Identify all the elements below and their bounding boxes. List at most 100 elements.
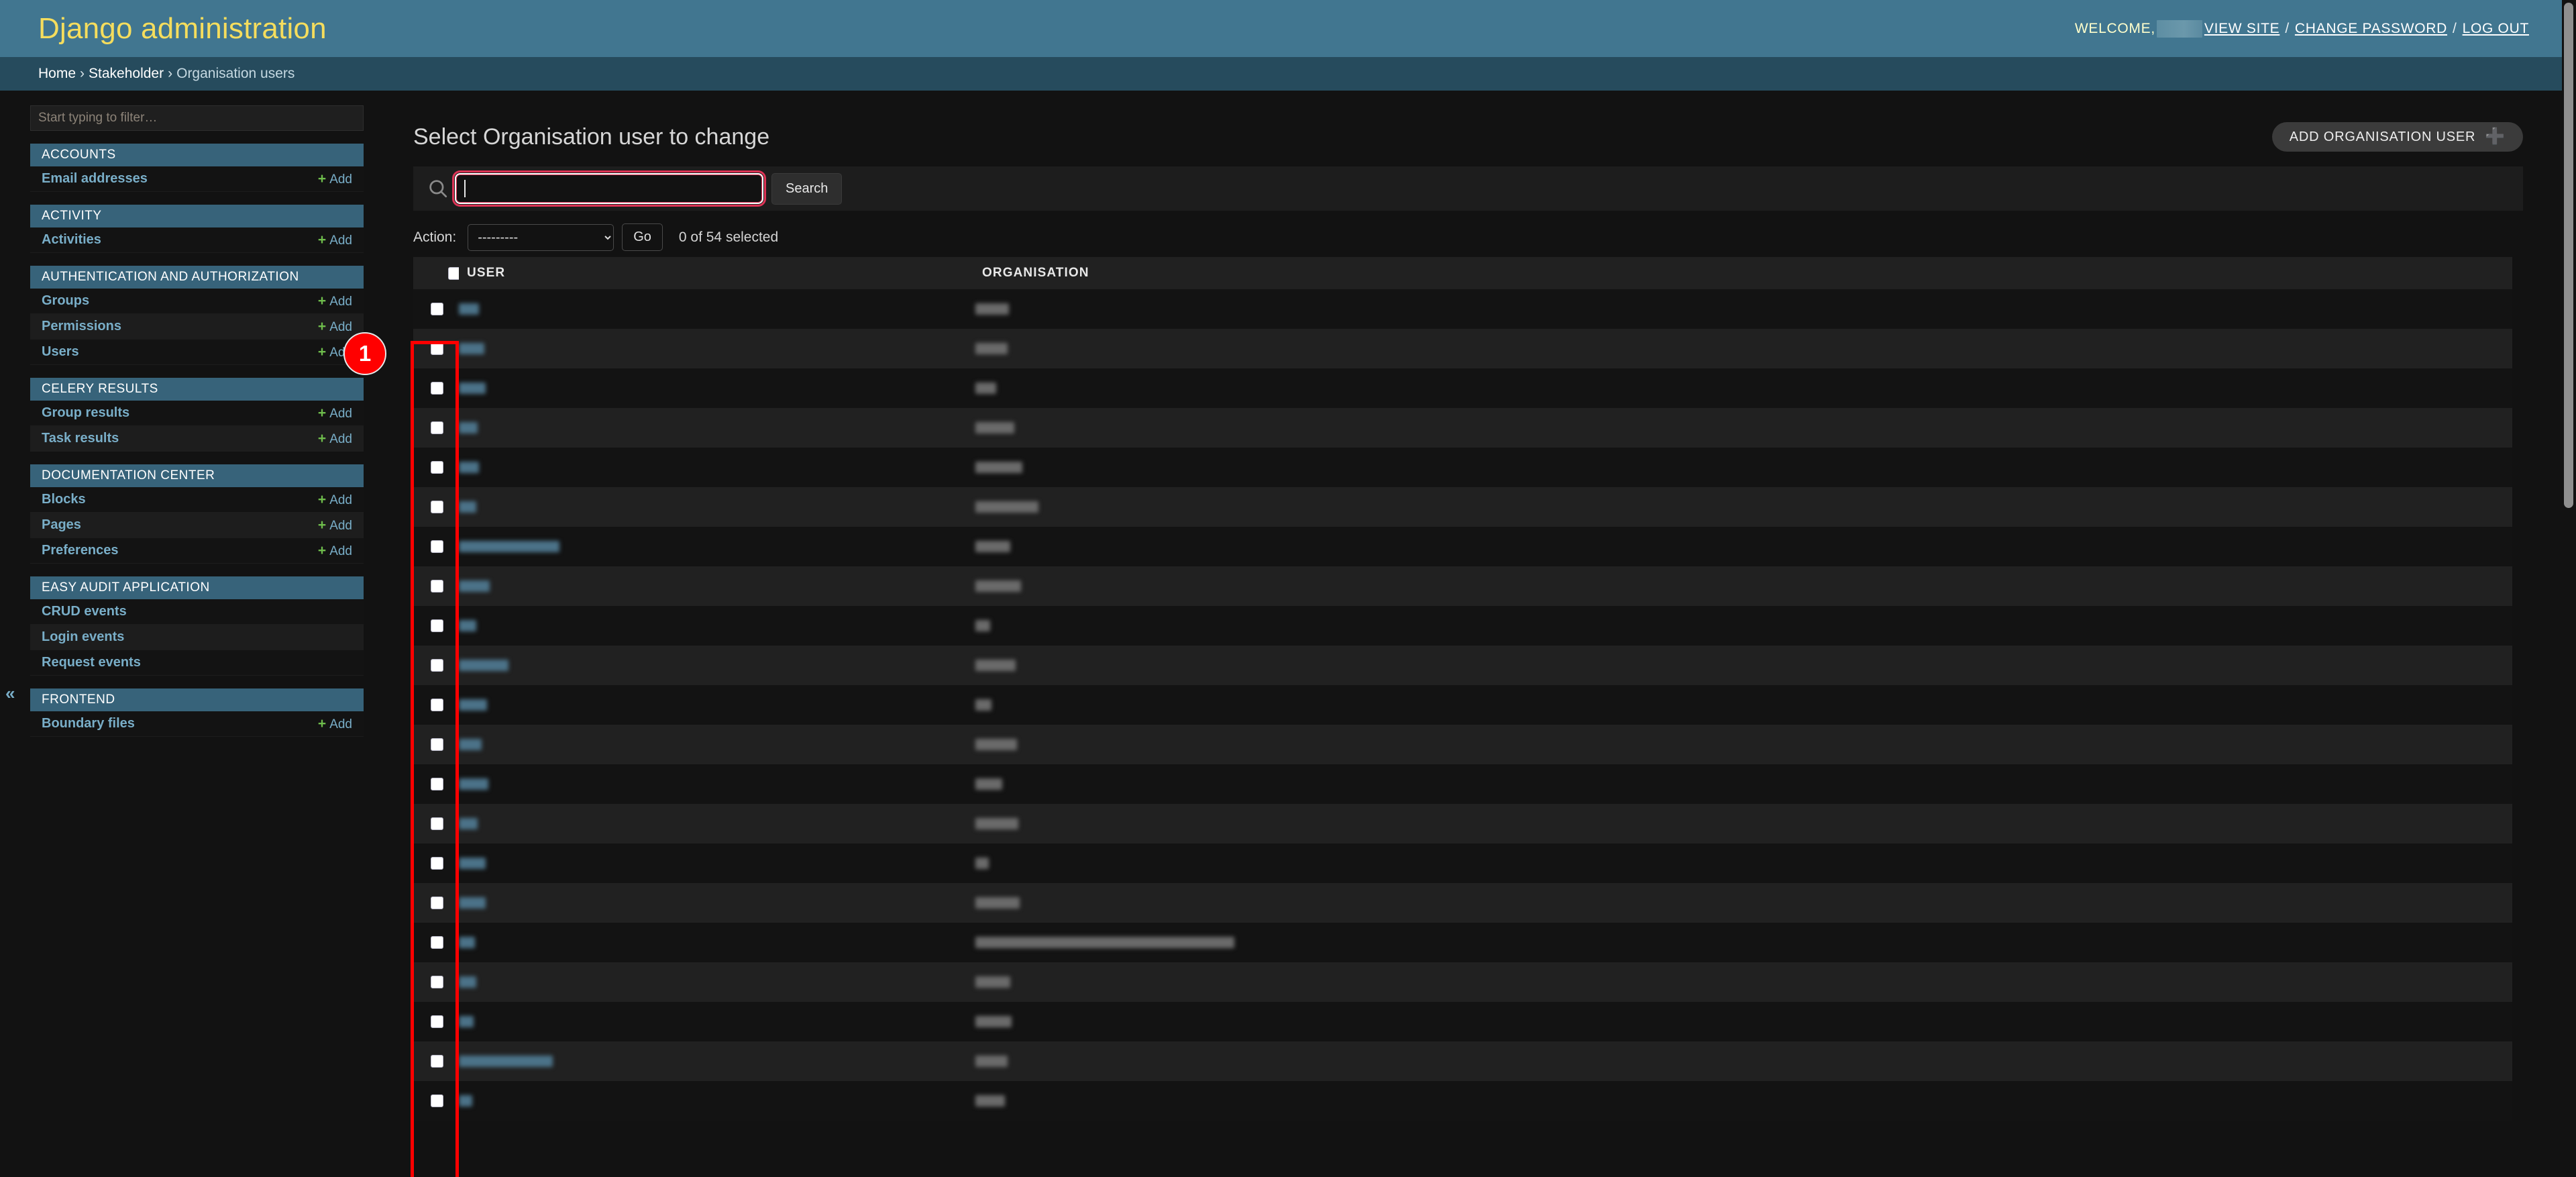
sidebar-item-label[interactable]: Permissions — [42, 319, 121, 334]
table-row[interactable] — [413, 606, 2512, 646]
sidebar-item-label[interactable]: Blocks — [42, 492, 86, 507]
row-select-checkbox[interactable] — [431, 501, 443, 513]
cell-user[interactable] — [459, 1041, 975, 1081]
table-row[interactable] — [413, 804, 2512, 843]
sidebar-item-groups[interactable]: Groups + Add — [30, 289, 364, 314]
table-row[interactable] — [413, 527, 2512, 566]
table-row[interactable] — [413, 566, 2512, 606]
table-row[interactable] — [413, 725, 2512, 764]
table-row[interactable] — [413, 646, 2512, 685]
table-row[interactable] — [413, 883, 2512, 923]
sidebar-item-boundary-files[interactable]: Boundary files + Add — [30, 711, 364, 737]
sidebar-item-label[interactable]: Group results — [42, 405, 129, 421]
cell-user[interactable] — [459, 962, 975, 1002]
sidebar-item-task-results[interactable]: Task results + Add — [30, 426, 364, 452]
cell-user[interactable] — [459, 725, 975, 764]
page-scrollbar-thumb[interactable] — [2564, 3, 2573, 508]
cell-user[interactable] — [459, 527, 975, 566]
table-row[interactable] — [413, 368, 2512, 408]
cell-user[interactable] — [459, 764, 975, 804]
cell-user[interactable] — [459, 923, 975, 962]
sidebar-app-caption[interactable]: DOCUMENTATION CENTER — [30, 464, 364, 487]
sidebar-item-label[interactable]: Boundary files — [42, 716, 135, 731]
sidebar-add-link[interactable]: + Add — [318, 716, 352, 732]
sidebar-item-label[interactable]: Groups — [42, 293, 89, 309]
cell-user[interactable] — [459, 606, 975, 646]
table-row[interactable] — [413, 1002, 2512, 1041]
sidebar-item-crud-events[interactable]: CRUD events — [30, 599, 364, 625]
sidebar-add-link[interactable]: + Add — [318, 293, 352, 309]
page-scrollbar[interactable] — [2562, 0, 2576, 1177]
row-select-checkbox[interactable] — [431, 976, 443, 988]
row-select-checkbox[interactable] — [431, 580, 443, 593]
row-select-checkbox[interactable] — [431, 897, 443, 909]
sidebar-item-label[interactable]: Request events — [42, 655, 141, 670]
sidebar-item-login-events[interactable]: Login events — [30, 625, 364, 650]
view-site-link[interactable]: VIEW SITE — [2204, 21, 2279, 37]
sidebar-item-group-results[interactable]: Group results + Add — [30, 401, 364, 426]
action-select[interactable]: --------- — [468, 223, 614, 251]
row-select-checkbox[interactable] — [431, 1094, 443, 1107]
table-row[interactable] — [413, 289, 2512, 329]
sidebar-add-link[interactable]: + Add — [318, 492, 352, 508]
sidebar-add-link[interactable]: + Add — [318, 517, 352, 533]
sidebar-item-email-addresses[interactable]: Email addresses + Add — [30, 166, 364, 192]
cell-user[interactable] — [459, 843, 975, 883]
row-select-checkbox[interactable] — [431, 382, 443, 395]
table-row[interactable] — [413, 448, 2512, 487]
table-row[interactable] — [413, 329, 2512, 368]
sidebar-app-caption[interactable]: AUTHENTICATION AND AUTHORIZATION — [30, 266, 364, 289]
table-row[interactable] — [413, 962, 2512, 1002]
cell-user[interactable] — [459, 685, 975, 725]
sidebar-item-label[interactable]: Pages — [42, 517, 81, 533]
sidebar-item-pages[interactable]: Pages + Add — [30, 513, 364, 538]
table-row[interactable] — [413, 408, 2512, 448]
cell-user[interactable] — [459, 1002, 975, 1041]
cell-user[interactable] — [459, 1081, 975, 1121]
table-row[interactable] — [413, 487, 2512, 527]
sidebar-add-link[interactable]: + Add — [318, 405, 352, 421]
sidebar-app-caption[interactable]: ACCOUNTS — [30, 144, 364, 166]
row-select-checkbox[interactable] — [431, 817, 443, 830]
row-select-checkbox[interactable] — [431, 461, 443, 474]
row-select-checkbox[interactable] — [431, 1015, 443, 1028]
sidebar-item-label[interactable]: Preferences — [42, 543, 119, 558]
sidebar-item-label[interactable]: CRUD events — [42, 604, 127, 619]
table-row[interactable] — [413, 923, 2512, 962]
change-password-link[interactable]: CHANGE PASSWORD — [2295, 21, 2447, 37]
sidebar-item-preferences[interactable]: Preferences + Add — [30, 538, 364, 564]
sidebar-item-blocks[interactable]: Blocks + Add — [30, 487, 364, 513]
sidebar-add-link[interactable]: + Add — [318, 232, 352, 248]
log-out-link[interactable]: LOG OUT — [2463, 21, 2529, 37]
row-select-checkbox[interactable] — [431, 857, 443, 870]
cell-user[interactable] — [459, 804, 975, 843]
search-button[interactable]: Search — [771, 172, 843, 205]
cell-user[interactable] — [459, 883, 975, 923]
table-row[interactable] — [413, 1081, 2512, 1121]
column-header-organisation[interactable]: ORGANISATION — [975, 257, 2512, 289]
go-button[interactable]: Go — [622, 223, 663, 251]
sidebar-app-caption[interactable]: ACTIVITY — [30, 205, 364, 227]
row-select-checkbox[interactable] — [431, 778, 443, 790]
sidebar-add-link[interactable]: + Add — [318, 171, 352, 187]
sidebar-item-label[interactable]: Email addresses — [42, 171, 148, 187]
row-select-checkbox[interactable] — [431, 342, 443, 355]
row-select-checkbox[interactable] — [431, 936, 443, 949]
table-row[interactable] — [413, 843, 2512, 883]
row-select-checkbox[interactable] — [431, 619, 443, 632]
sidebar-item-permissions[interactable]: Permissions + Add — [30, 314, 364, 340]
table-row[interactable] — [413, 1041, 2512, 1081]
sidebar-item-label[interactable]: Task results — [42, 431, 119, 446]
sidebar-item-label[interactable]: Users — [42, 344, 79, 360]
sidebar-add-link[interactable]: + Add — [318, 543, 352, 559]
sidebar-add-link[interactable]: + Add — [318, 431, 352, 447]
sidebar-item-request-events[interactable]: Request events — [30, 650, 364, 676]
sidebar-item-label[interactable]: Activities — [42, 232, 101, 248]
row-select-checkbox[interactable] — [431, 303, 443, 315]
cell-user[interactable] — [459, 408, 975, 448]
sidebar-app-caption[interactable]: FRONTEND — [30, 688, 364, 711]
breadcrumb-home[interactable]: Home — [38, 66, 76, 82]
row-select-checkbox[interactable] — [431, 421, 443, 434]
sidebar-item-activities[interactable]: Activities + Add — [30, 227, 364, 253]
sidebar-collapse-icon[interactable]: « — [5, 684, 15, 702]
